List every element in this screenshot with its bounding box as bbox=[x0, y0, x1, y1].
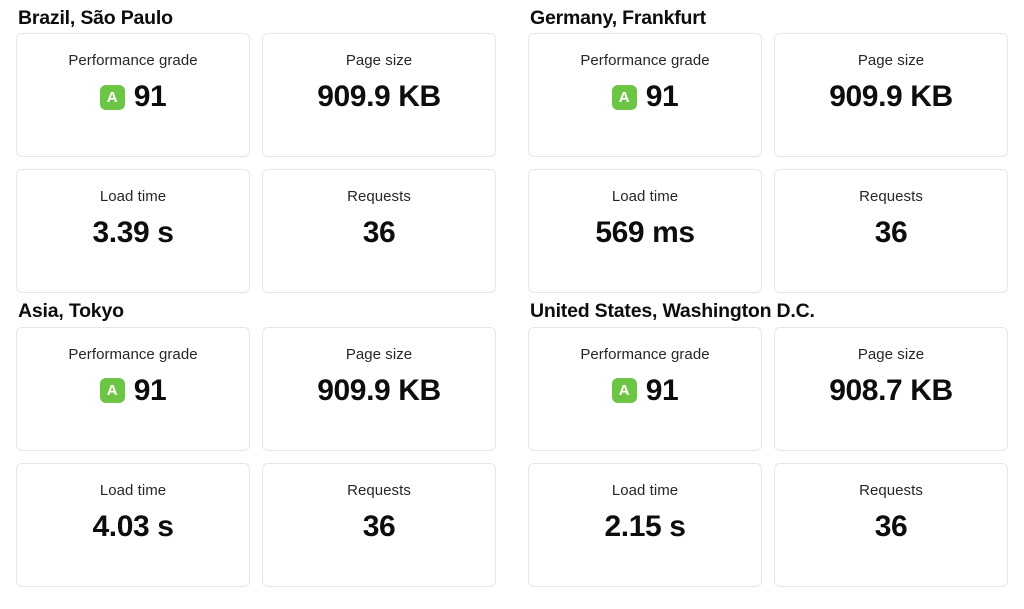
grade-score: 91 bbox=[133, 80, 167, 114]
metric-value-requests: 36 bbox=[874, 509, 908, 543]
metric-label: Page size bbox=[345, 345, 413, 363]
metric-value-requests: 36 bbox=[362, 216, 396, 250]
metrics-grid: Performance grade A 91 Page size 909.9 K… bbox=[528, 33, 1008, 294]
metric-card-performance-grade: Performance grade A 91 bbox=[16, 33, 250, 158]
metric-label: Load time bbox=[611, 481, 679, 499]
metric-card-page-size: Page size 909.9 KB bbox=[262, 33, 496, 158]
metric-value-load-time: 2.15 s bbox=[604, 509, 686, 543]
metric-value-requests: 36 bbox=[874, 216, 908, 250]
metric-card-performance-grade: Performance grade A 91 bbox=[16, 326, 250, 451]
metric-label: Page size bbox=[345, 52, 413, 70]
metric-label: Requests bbox=[347, 481, 411, 499]
location-block-asia-tokyo: Asia, Tokyo Performance grade A 91 Page … bbox=[16, 293, 496, 587]
location-title: Asia, Tokyo bbox=[18, 300, 124, 323]
location-title: Germany, Frankfurt bbox=[530, 7, 706, 29]
grade-score: 91 bbox=[133, 373, 167, 407]
metric-value-load-time: 3.39 s bbox=[92, 216, 174, 250]
metric-label: Load time bbox=[99, 481, 167, 499]
metric-value-performance-grade: A 91 bbox=[17, 372, 249, 410]
metric-label: Requests bbox=[347, 188, 411, 206]
metric-value-requests: 36 bbox=[362, 509, 396, 543]
metric-label: Performance grade bbox=[68, 345, 198, 363]
location-block-brazil-sao-paulo: Brazil, São Paulo Performance grade A 91… bbox=[16, 0, 496, 294]
metric-label: Page size bbox=[857, 345, 925, 363]
grade-badge-icon: A bbox=[99, 84, 125, 110]
metric-label: Performance grade bbox=[580, 52, 710, 70]
grade-score: 91 bbox=[645, 80, 679, 114]
location-block-germany-frankfurt: Germany, Frankfurt Performance grade A 9… bbox=[528, 0, 1008, 294]
metric-label: Performance grade bbox=[580, 345, 710, 363]
metric-card-performance-grade: Performance grade A 91 bbox=[528, 326, 762, 451]
metric-card-requests: Requests 36 bbox=[774, 462, 1008, 587]
metric-card-performance-grade: Performance grade A 91 bbox=[528, 33, 762, 158]
grade-badge-icon: A bbox=[99, 378, 125, 404]
metric-card-requests: Requests 36 bbox=[774, 169, 1008, 294]
metrics-grid: Performance grade A 91 Page size 909.9 K… bbox=[16, 326, 496, 587]
grade-badge-icon: A bbox=[611, 378, 637, 404]
metric-value-page-size: 909.9 KB bbox=[317, 80, 441, 114]
metric-card-requests: Requests 36 bbox=[262, 462, 496, 587]
metric-card-page-size: Page size 909.9 KB bbox=[262, 326, 496, 451]
metric-card-load-time: Load time 569 ms bbox=[528, 169, 762, 294]
location-block-united-states-washington-dc: United States, Washington D.C. Performan… bbox=[528, 293, 1008, 587]
metric-value-load-time: 4.03 s bbox=[92, 509, 174, 543]
metric-label: Requests bbox=[859, 188, 923, 206]
metric-value-page-size: 909.9 KB bbox=[829, 80, 953, 114]
metric-card-load-time: Load time 4.03 s bbox=[16, 462, 250, 587]
metric-label: Load time bbox=[99, 188, 167, 206]
metric-card-load-time: Load time 3.39 s bbox=[16, 169, 250, 294]
metric-card-page-size: Page size 909.9 KB bbox=[774, 33, 1008, 158]
metric-label: Requests bbox=[859, 481, 923, 499]
metric-value-page-size: 909.9 KB bbox=[317, 373, 441, 407]
metric-value-load-time: 569 ms bbox=[595, 216, 695, 250]
metrics-grid: Performance grade A 91 Page size 909.9 K… bbox=[16, 33, 496, 294]
location-title: United States, Washington D.C. bbox=[530, 300, 815, 323]
metric-card-page-size: Page size 908.7 KB bbox=[774, 326, 1008, 451]
grade-score: 91 bbox=[645, 373, 679, 407]
metric-value-performance-grade: A 91 bbox=[17, 78, 249, 116]
metric-label: Page size bbox=[857, 52, 925, 70]
location-title: Brazil, São Paulo bbox=[18, 7, 173, 29]
performance-results-grid: Brazil, São Paulo Performance grade A 91… bbox=[0, 0, 1024, 609]
metric-card-requests: Requests 36 bbox=[262, 169, 496, 294]
metric-value-performance-grade: A 91 bbox=[529, 372, 761, 410]
metric-card-load-time: Load time 2.15 s bbox=[528, 462, 762, 587]
metric-label: Performance grade bbox=[68, 52, 198, 70]
metric-label: Load time bbox=[611, 188, 679, 206]
metrics-grid: Performance grade A 91 Page size 908.7 K… bbox=[528, 326, 1008, 587]
grade-badge-icon: A bbox=[611, 84, 637, 110]
metric-value-performance-grade: A 91 bbox=[529, 78, 761, 116]
metric-value-page-size: 908.7 KB bbox=[829, 373, 953, 407]
